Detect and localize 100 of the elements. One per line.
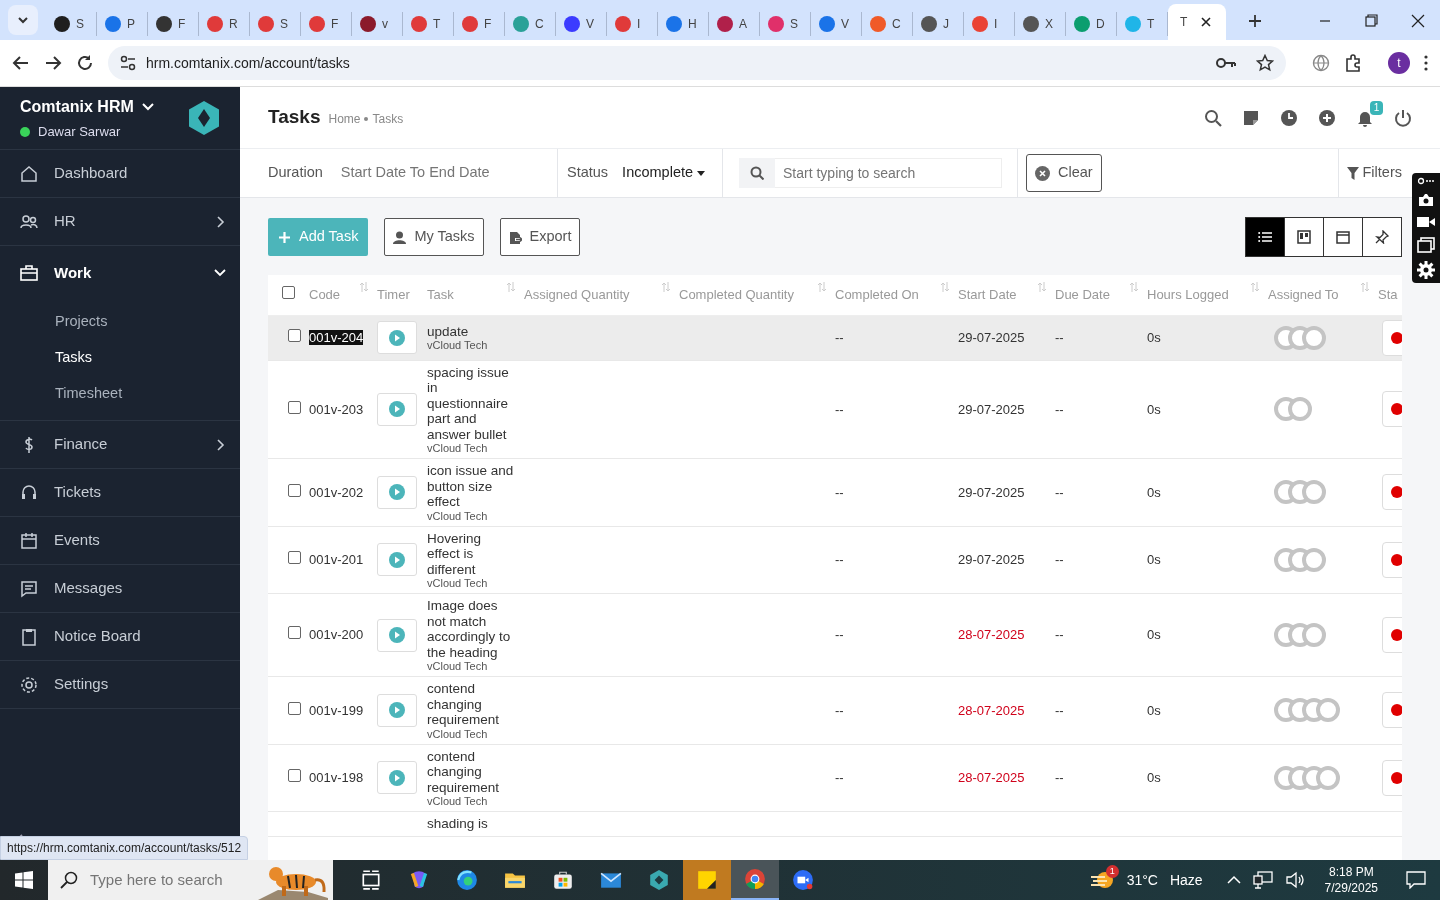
clock[interactable]: 8:18 PM 7/29/2025	[1324, 864, 1378, 896]
browser-tab[interactable]: H	[658, 12, 709, 36]
task-name[interactable]: contend changing requirement	[427, 748, 516, 795]
extensions-icon[interactable]	[1344, 54, 1362, 72]
weather-condition[interactable]: Haze	[1169, 869, 1203, 891]
row-checkbox[interactable]	[288, 769, 301, 782]
row-checkbox[interactable]	[288, 626, 301, 640]
notifications-icon[interactable]	[1406, 871, 1426, 889]
browser-tab[interactable]: A	[709, 12, 760, 36]
browser-tab[interactable]: X	[1015, 12, 1066, 36]
table-row[interactable]: 001v-201 Hovering effect is different vCloud Tech -- 29-07-2025 -- 0s	[268, 526, 1402, 594]
task-name[interactable]: update	[427, 323, 516, 340]
close-icon[interactable]	[1201, 17, 1212, 27]
browser-tab[interactable]: S	[760, 12, 811, 36]
browser-tab[interactable]: I	[607, 12, 658, 36]
back-icon[interactable]	[12, 54, 30, 72]
network-icon[interactable]	[1252, 871, 1273, 889]
new-tab-icon[interactable]	[1248, 14, 1262, 28]
taskbar-search-field[interactable]: Type here to search	[88, 867, 248, 893]
task-name[interactable]: spacing issue in questionnaire part and answer bullet	[427, 364, 516, 442]
filters-button[interactable]: Filters	[1338, 162, 1410, 184]
browser-tab[interactable]: v	[352, 12, 403, 36]
key-icon[interactable]	[1216, 56, 1236, 70]
view-toggle[interactable]	[1362, 217, 1402, 257]
reload-icon[interactable]	[76, 54, 94, 72]
table-row[interactable]: 001v-198 contend changing requirement vCloud Tech -- 28-07-2025 -- 0s	[268, 744, 1402, 812]
browser-tab[interactable]: T	[1168, 4, 1226, 40]
forward-icon[interactable]	[44, 54, 62, 72]
browser-tab[interactable]: S	[46, 12, 97, 36]
table-row[interactable]: 001v-202 icon issue and button size effect vCloud Tech -- 29-07-2025 -- 0s	[268, 458, 1402, 526]
export-button[interactable]: Export	[499, 218, 581, 256]
windows-icon[interactable]	[1417, 237, 1435, 253]
browser-tab[interactable]: S	[250, 12, 301, 36]
menu-icon[interactable]	[1424, 55, 1428, 71]
table-cell: 0s	[1147, 702, 1161, 718]
row-checkbox[interactable]	[288, 701, 301, 715]
task-name[interactable]: Image does not match accordingly to the heading	[427, 598, 516, 660]
browser-tab[interactable]: C	[505, 12, 556, 36]
table-row[interactable]: 001v-199 contend changing requirement vCloud Tech -- 28-07-2025 -- 0s	[268, 676, 1402, 744]
select-all-checkbox[interactable]	[282, 286, 295, 299]
star-icon[interactable]	[1256, 54, 1274, 72]
site-settings-icon[interactable]	[120, 55, 136, 71]
browser-tab[interactable]: F	[454, 12, 505, 36]
view-toggle[interactable]	[1284, 217, 1324, 257]
row-checkbox[interactable]	[288, 551, 301, 564]
power-icon[interactable]	[1394, 108, 1412, 127]
browser-tab[interactable]: F	[301, 12, 352, 36]
tab-list-button[interactable]	[8, 5, 38, 35]
my-tasks-button[interactable]: My Tasks	[384, 218, 484, 256]
sidebar-subitem[interactable]: Timesheet	[55, 376, 240, 412]
tab-title: P	[127, 16, 135, 33]
clear-button[interactable]: Clear	[1026, 154, 1102, 192]
browser-tab[interactable]: F	[148, 12, 199, 36]
search-icon[interactable]	[1204, 108, 1222, 127]
globe-icon[interactable]	[1312, 54, 1330, 72]
status-dropdown[interactable]: Incomplete	[622, 162, 706, 184]
video-icon[interactable]	[1417, 215, 1435, 229]
task-name[interactable]: shading is	[427, 816, 516, 832]
sidebar-subitem[interactable]: Projects	[55, 304, 240, 340]
clock-icon[interactable]	[1280, 108, 1298, 127]
view-toggle[interactable]	[1323, 217, 1363, 257]
table-cell: --	[835, 702, 844, 718]
volume-icon[interactable]	[1284, 871, 1305, 889]
task-name[interactable]: Hovering effect is different	[427, 530, 516, 577]
camera-icon[interactable]	[1418, 193, 1434, 207]
sidebar-subitem[interactable]: Tasks	[55, 340, 240, 376]
browser-tab[interactable]: J	[913, 12, 964, 36]
link-icon[interactable]	[1417, 177, 1435, 185]
settings-icon[interactable]	[1417, 261, 1435, 279]
add-icon[interactable]	[1318, 108, 1336, 127]
browser-tab[interactable]: I	[964, 12, 1015, 36]
table-row[interactable]: 001v-204 update vCloud Tech -- 29-07-2025 -- 0s	[268, 315, 1402, 360]
row-checkbox[interactable]	[288, 328, 301, 342]
search-field[interactable]: Start typing to search	[775, 158, 1002, 188]
browser-tab[interactable]: V	[556, 12, 607, 36]
breadcrumb-link[interactable]: Home	[328, 109, 361, 128]
table-row[interactable]: shading is	[268, 811, 1402, 836]
table-cell: --	[835, 401, 844, 417]
weather-icon[interactable]	[1088, 869, 1115, 891]
browser-tab[interactable]: C	[862, 12, 913, 36]
browser-tab[interactable]: V	[811, 12, 862, 36]
date-range-field[interactable]: Start Date To End Date	[338, 161, 519, 185]
sticky-note-icon[interactable]	[1242, 108, 1260, 127]
task-name[interactable]: icon issue and button size effect	[427, 463, 516, 510]
view-toggle[interactable]	[1245, 217, 1285, 257]
chevron-down-icon[interactable]	[141, 102, 154, 111]
browser-tab[interactable]: P	[97, 12, 148, 36]
table-row[interactable]: 001v-203 spacing issue in questionnaire part and answer bullet vCloud Tech -- 29-07-2025 -- 0s	[268, 360, 1402, 459]
taskbar-search-box[interactable]: Type here to search	[48, 860, 333, 900]
row-checkbox[interactable]	[288, 400, 301, 414]
table-row[interactable]: 001v-200 Image does not match accordingly to the heading vCloud Tech -- 28-07-2025 -- 0s	[268, 593, 1402, 677]
browser-tab[interactable]: D	[1066, 12, 1117, 36]
row-checkbox[interactable]	[288, 483, 301, 497]
browser-tab[interactable]: R	[199, 12, 250, 36]
chevron-up-icon[interactable]	[1226, 875, 1241, 885]
task-name[interactable]: contend changing requirement	[427, 681, 516, 728]
browser-tab[interactable]: T	[403, 12, 454, 36]
sidebar-item[interactable]: Work	[0, 246, 240, 300]
temperature-text[interactable]: 31°C	[1126, 869, 1158, 891]
profile-avatar[interactable]: t	[1388, 52, 1410, 74]
